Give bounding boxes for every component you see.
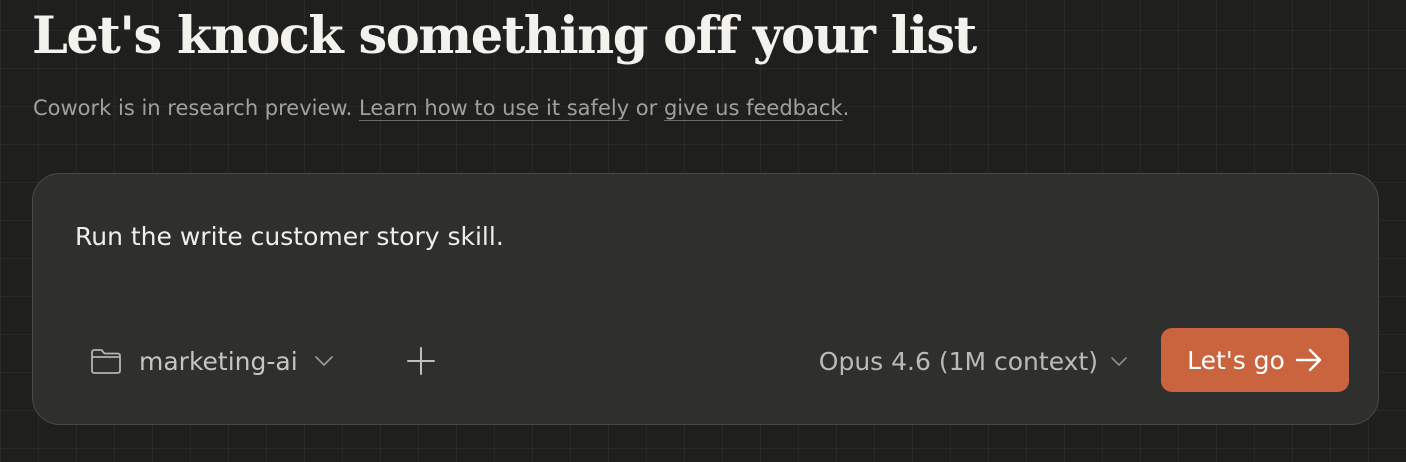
arrow-right-icon <box>1295 348 1323 372</box>
page-title: Let's knock something off your list <box>32 6 977 66</box>
folder-label: marketing-ai <box>139 346 298 376</box>
add-button[interactable] <box>401 341 441 381</box>
notice-text: Cowork is in research preview. <box>33 96 360 120</box>
plus-icon <box>406 346 436 376</box>
chevron-down-icon <box>314 354 334 368</box>
submit-button[interactable]: Let's go <box>1161 328 1349 392</box>
chevron-down-icon <box>1110 355 1128 367</box>
folder-icon <box>89 346 123 376</box>
submit-label: Let's go <box>1187 345 1285 375</box>
research-preview-notice: Cowork is in research preview. Learn how… <box>33 96 849 120</box>
notice-connector-text: or <box>629 96 664 120</box>
prompt-input[interactable]: Run the write customer story skill. <box>75 222 1275 251</box>
model-selector[interactable]: Opus 4.6 (1M context) <box>819 337 1128 385</box>
folder-selector[interactable]: marketing-ai <box>89 337 334 385</box>
notice-period: . <box>842 96 850 120</box>
task-composer: Run the write customer story skill. mark… <box>32 173 1379 425</box>
learn-safety-link[interactable]: Learn how to use it safely <box>359 96 629 120</box>
model-label: Opus 4.6 (1M context) <box>818 346 1098 376</box>
feedback-link[interactable]: give us feedback <box>664 96 843 120</box>
